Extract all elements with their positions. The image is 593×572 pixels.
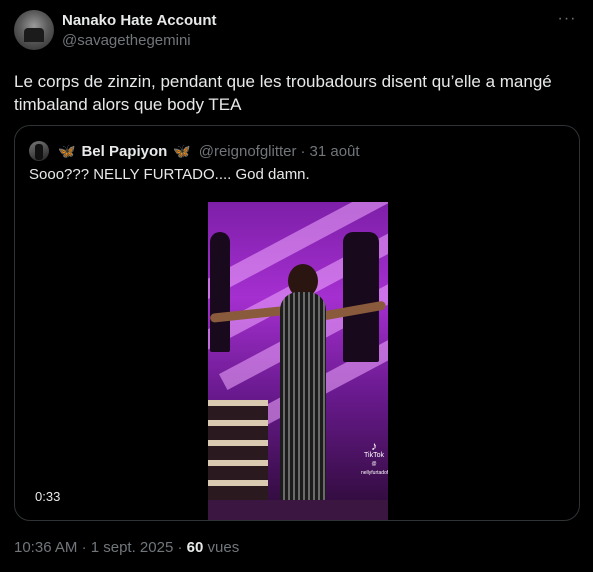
author-avatar[interactable] xyxy=(14,10,54,50)
tiktok-handle: @ nellyfurtadofr xyxy=(361,461,388,476)
tweet-meta: 10:36 AM · 1 sept. 2025 · 60 vues xyxy=(14,539,239,556)
tweet-date[interactable]: 1 sept. 2025 xyxy=(91,539,174,556)
dancer-figure xyxy=(343,232,379,362)
quoted-tweet-header: 🦋 Bel Papiyon 🦋 @reignofglitter · 31 aoû… xyxy=(29,140,360,162)
tweet-text: Le corps de zinzin, pendant que les trou… xyxy=(14,72,552,114)
more-horizontal-icon[interactable]: ··· xyxy=(557,11,577,32)
author-name[interactable]: Nanako Hate Account xyxy=(62,12,216,29)
video-duration: 0:33 xyxy=(35,489,61,504)
separator-dot: · xyxy=(300,142,306,160)
singer-figure xyxy=(280,292,326,502)
views-label: vues xyxy=(207,539,240,556)
dancer-figure xyxy=(210,232,230,352)
quoted-tweet-date[interactable]: 31 août xyxy=(310,143,360,160)
video-player[interactable]: ♪ TikTok @ nellyfurtadofr xyxy=(208,202,388,520)
quoted-tweet-text: Sooo??? NELLY FURTADO.... God damn. xyxy=(29,166,310,183)
tiktok-brand: TikTok xyxy=(364,452,384,459)
views-count: 60 xyxy=(186,539,204,556)
tiktok-icon: ♪ xyxy=(371,439,377,453)
stage-floor xyxy=(208,500,388,520)
separator-dot: · xyxy=(81,539,87,556)
tweet-header: Nanako Hate Account @savagethegemini ··· xyxy=(14,10,579,54)
quoted-author-handle[interactable]: @reignofglitter xyxy=(199,143,297,160)
quoted-author-name[interactable]: Bel Papiyon xyxy=(81,143,167,160)
quoted-author-avatar[interactable] xyxy=(29,141,49,161)
tweet-time[interactable]: 10:36 AM xyxy=(14,539,77,556)
butterfly-emoji-icon: 🦋 xyxy=(173,142,191,159)
tiktok-watermark: ♪ TikTok @ nellyfurtadofr xyxy=(361,439,388,478)
quoted-tweet-card[interactable]: 🦋 Bel Papiyon 🦋 @reignofglitter · 31 aoû… xyxy=(14,125,580,521)
author-handle[interactable]: @savagethegemini xyxy=(62,32,191,49)
separator-dot: · xyxy=(177,539,183,556)
butterfly-emoji-icon: 🦋 xyxy=(58,142,76,159)
